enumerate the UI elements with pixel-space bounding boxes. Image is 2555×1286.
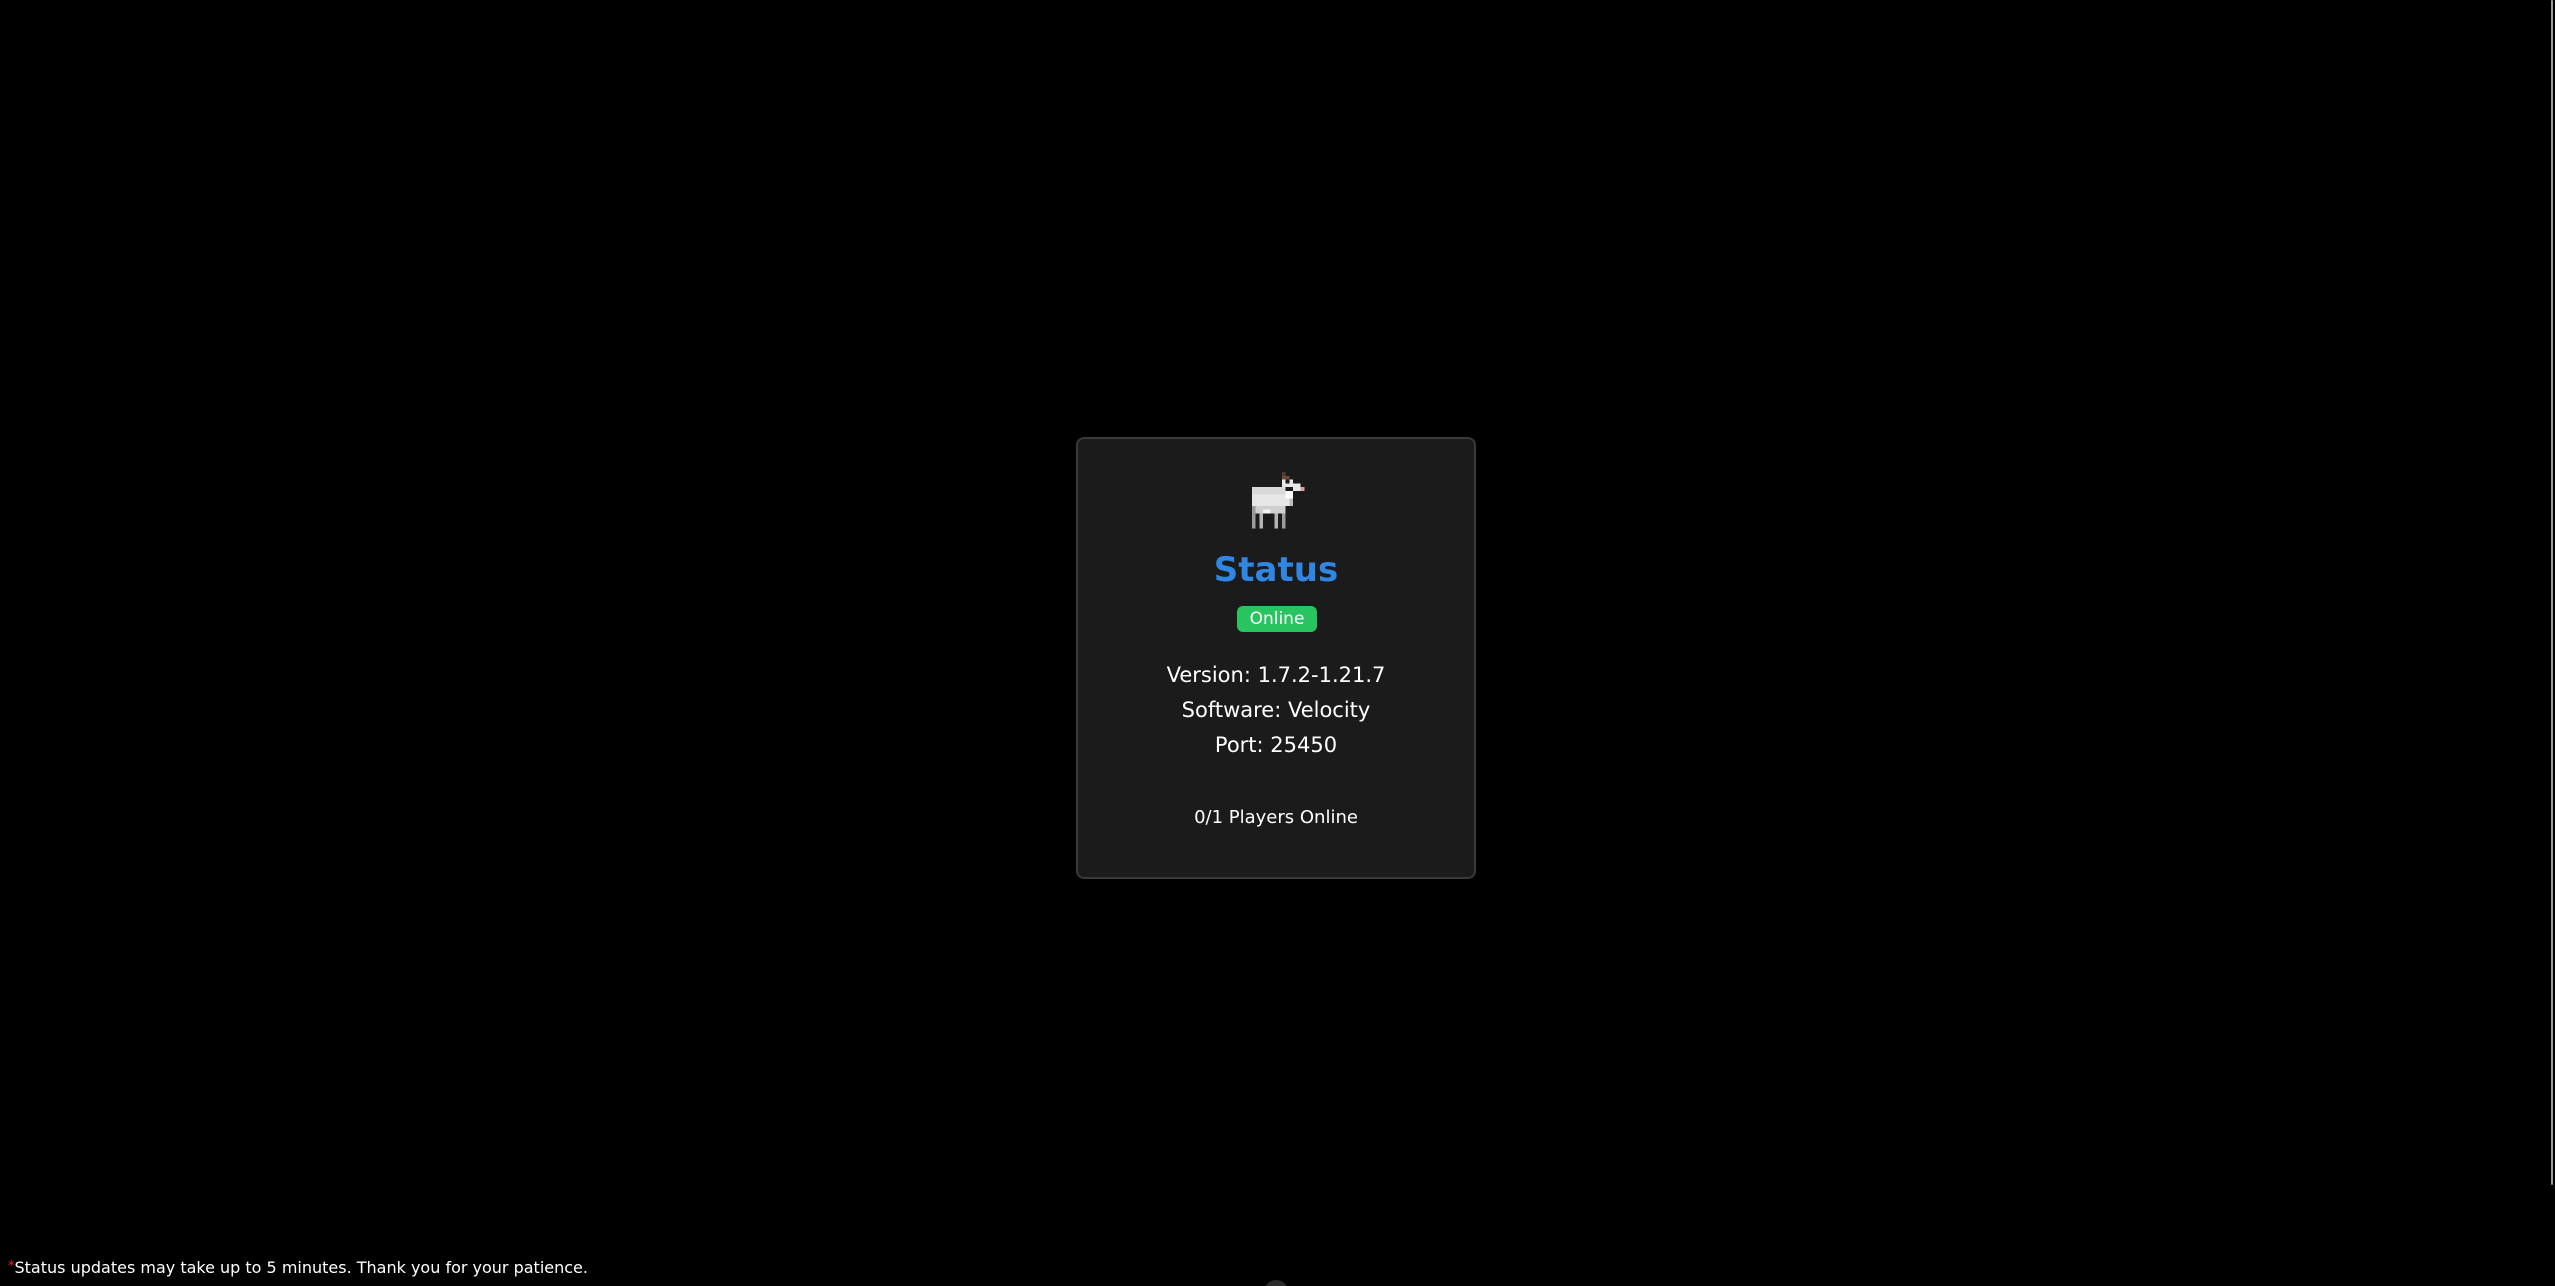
server-info: Version: 1.7.2-1.21.7 Software: Velocity… [1078,658,1474,763]
goat-pixel-icon [1251,472,1305,529]
scrollbar-thumb[interactable] [2551,0,2553,1185]
software-text: Software: Velocity [1181,698,1371,722]
version-text: Version: 1.7.2-1.21.7 [1166,663,1386,687]
server-status-card: Status Online Version: 1.7.2-1.21.7 Soft… [1076,437,1476,879]
online-status-badge: Online [1237,606,1317,632]
status-update-note-text: Status updates may take up to 5 minutes.… [14,1258,588,1277]
page: Status Online Version: 1.7.2-1.21.7 Soft… [0,0,2555,1286]
status-update-note: *Status updates may take up to 5 minutes… [8,1256,588,1279]
bottom-edge-button[interactable] [1264,1280,1288,1286]
scrollbar[interactable] [2549,0,2555,1286]
port-text: Port: 25450 [1214,733,1338,757]
card-title: Status [1213,550,1339,590]
players-online-text: 0/1 Players Online [1194,807,1358,828]
